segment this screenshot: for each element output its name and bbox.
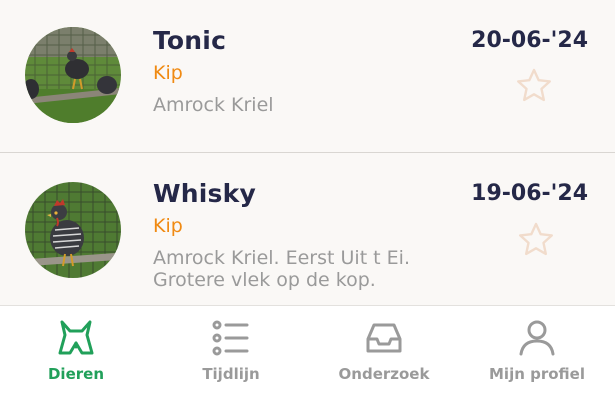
animal-head-icon [58, 320, 94, 355]
bottom-tab-bar: Dieren Tijdlijn Onderzoek Mijn profiel [0, 305, 615, 400]
tab-label: Mijn profiel [489, 365, 585, 383]
favorite-star-icon[interactable] [515, 67, 553, 105]
favorite-star-icon[interactable] [517, 221, 555, 259]
description-line: Amrock Kriel. Eerst Uit t Ei. [153, 247, 410, 269]
animal-date: 19-06-'24 [471, 181, 588, 206]
tab-onderzoek[interactable]: Onderzoek [314, 306, 454, 400]
tab-label: Onderzoek [338, 365, 430, 383]
tab-label: Tijdlijn [202, 365, 260, 383]
animal-list: Tonic Kip Amrock Kriel 20-06-'24 Whisky … [0, 0, 615, 305]
animal-photo [25, 27, 121, 123]
animal-name: Tonic [153, 26, 227, 55]
animal-name: Whisky [153, 179, 256, 208]
inbox-icon [366, 323, 402, 353]
animal-photo [25, 182, 121, 278]
tab-label: Dieren [47, 365, 104, 383]
animal-card[interactable]: Tonic Kip Amrock Kriel 20-06-'24 [0, 0, 615, 152]
tab-mijn-profiel[interactable]: Mijn profiel [467, 306, 607, 400]
tab-tijdlijn[interactable]: Tijdlijn [161, 306, 301, 400]
tab-dieren[interactable]: Dieren [6, 306, 146, 400]
animal-description: Amrock Kriel [153, 94, 453, 116]
description-line: Amrock Kriel [153, 94, 274, 116]
animal-description: Amrock Kriel. Eerst Uit t Ei. Grotere vl… [153, 247, 453, 291]
description-line: Grotere vlek op de kop. [153, 269, 376, 291]
animal-species: Kip [153, 215, 183, 237]
animal-card[interactable]: Whisky Kip Amrock Kriel. Eerst Uit t Ei.… [0, 153, 615, 305]
list-icon [212, 320, 249, 356]
user-icon [519, 320, 555, 356]
animal-date: 20-06-'24 [471, 28, 588, 53]
animal-species: Kip [153, 62, 183, 84]
